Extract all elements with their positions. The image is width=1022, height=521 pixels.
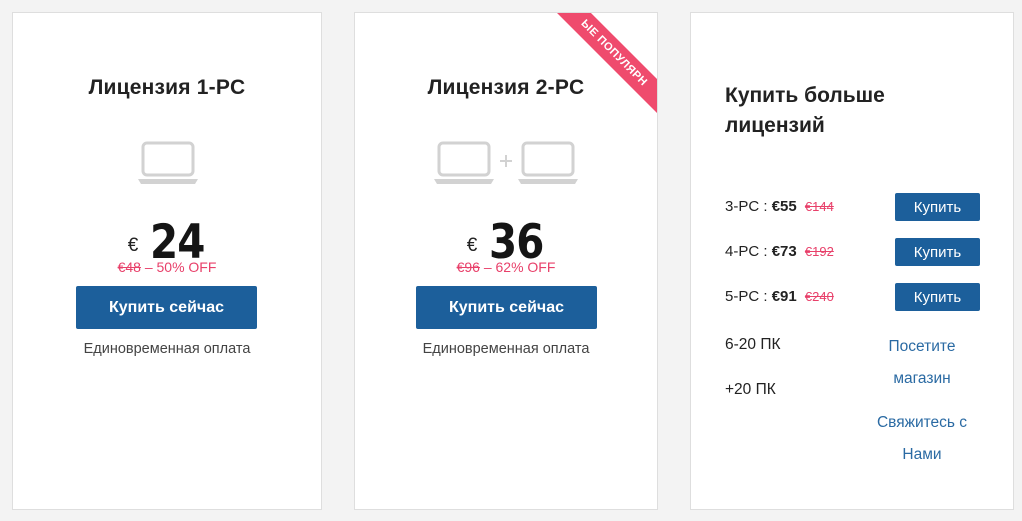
card-title: Лицензия 2-PC bbox=[427, 76, 585, 99]
tier-20-plus-label: +20 ПК bbox=[725, 381, 776, 398]
license-1pc-card: Лицензия 1-PC € 24 €48 – 50% OFF Купить … bbox=[12, 12, 322, 510]
laptop-icon bbox=[518, 141, 578, 184]
laptop-icon bbox=[434, 141, 494, 184]
tier-old-price: €192 bbox=[804, 244, 834, 259]
license-2pc-card: ые популярн Лицензия 2-PC € 36 €96 – 62%… bbox=[354, 12, 658, 510]
card-title: Лицензия 1-PC bbox=[88, 76, 246, 99]
tier-label: 5-PC : bbox=[725, 288, 772, 305]
price-row: € 36 bbox=[355, 215, 657, 266]
buy-3pc-button[interactable]: Купить bbox=[895, 193, 980, 221]
laptop-icon bbox=[138, 141, 198, 184]
buy-4pc-button[interactable]: Купить bbox=[895, 238, 980, 266]
tier-6-20-label: 6-20 ПК bbox=[725, 336, 781, 353]
discount-percent: – 50% OFF bbox=[140, 259, 217, 275]
ribbon-label: ые популярн bbox=[547, 13, 657, 123]
tier-old-price: €144 bbox=[804, 199, 834, 214]
currency-symbol: € bbox=[466, 235, 478, 256]
tier-price: €73 bbox=[771, 243, 797, 260]
plus-icon bbox=[500, 155, 512, 167]
buy-now-button[interactable]: Купить сейчас bbox=[416, 286, 597, 329]
tier-5pc: 5-PC : €91 €240 bbox=[725, 288, 834, 305]
tier-price: €55 bbox=[771, 198, 797, 215]
old-price: €48 bbox=[117, 259, 141, 275]
visit-store-link[interactable]: Посетите магазин bbox=[867, 331, 977, 395]
popular-ribbon: ые популярн bbox=[547, 13, 657, 123]
tier-3pc: 3-PC : €55 €144 bbox=[725, 198, 834, 215]
buy-now-button[interactable]: Купить сейчас bbox=[76, 286, 257, 329]
card-title: Купить больше лицензий bbox=[725, 84, 885, 137]
tier-price: €91 bbox=[771, 288, 797, 305]
more-licenses-card: Купить больше лицензий 3-PC : €55 €144 К… bbox=[690, 12, 1014, 510]
one-time-payment-note: Единовременная оплата bbox=[422, 341, 590, 357]
currency-symbol: € bbox=[127, 235, 139, 256]
discount-info: €48 – 50% OFF bbox=[13, 259, 321, 275]
tier-old-price: €240 bbox=[804, 289, 834, 304]
old-price: €96 bbox=[456, 259, 480, 275]
one-time-payment-note: Единовременная оплата bbox=[83, 341, 251, 357]
tier-4pc: 4-PC : €73 €192 bbox=[725, 243, 834, 260]
contact-us-link[interactable]: Свяжитесь с Нами bbox=[867, 407, 977, 471]
tier-label: 4-PC : bbox=[725, 243, 772, 260]
tier-label: 3-PC : bbox=[725, 198, 772, 215]
discount-percent: – 62% OFF bbox=[479, 259, 556, 275]
discount-info: €96 – 62% OFF bbox=[355, 259, 657, 275]
buy-5pc-button[interactable]: Купить bbox=[895, 283, 980, 311]
price-row: € 24 bbox=[13, 215, 321, 266]
